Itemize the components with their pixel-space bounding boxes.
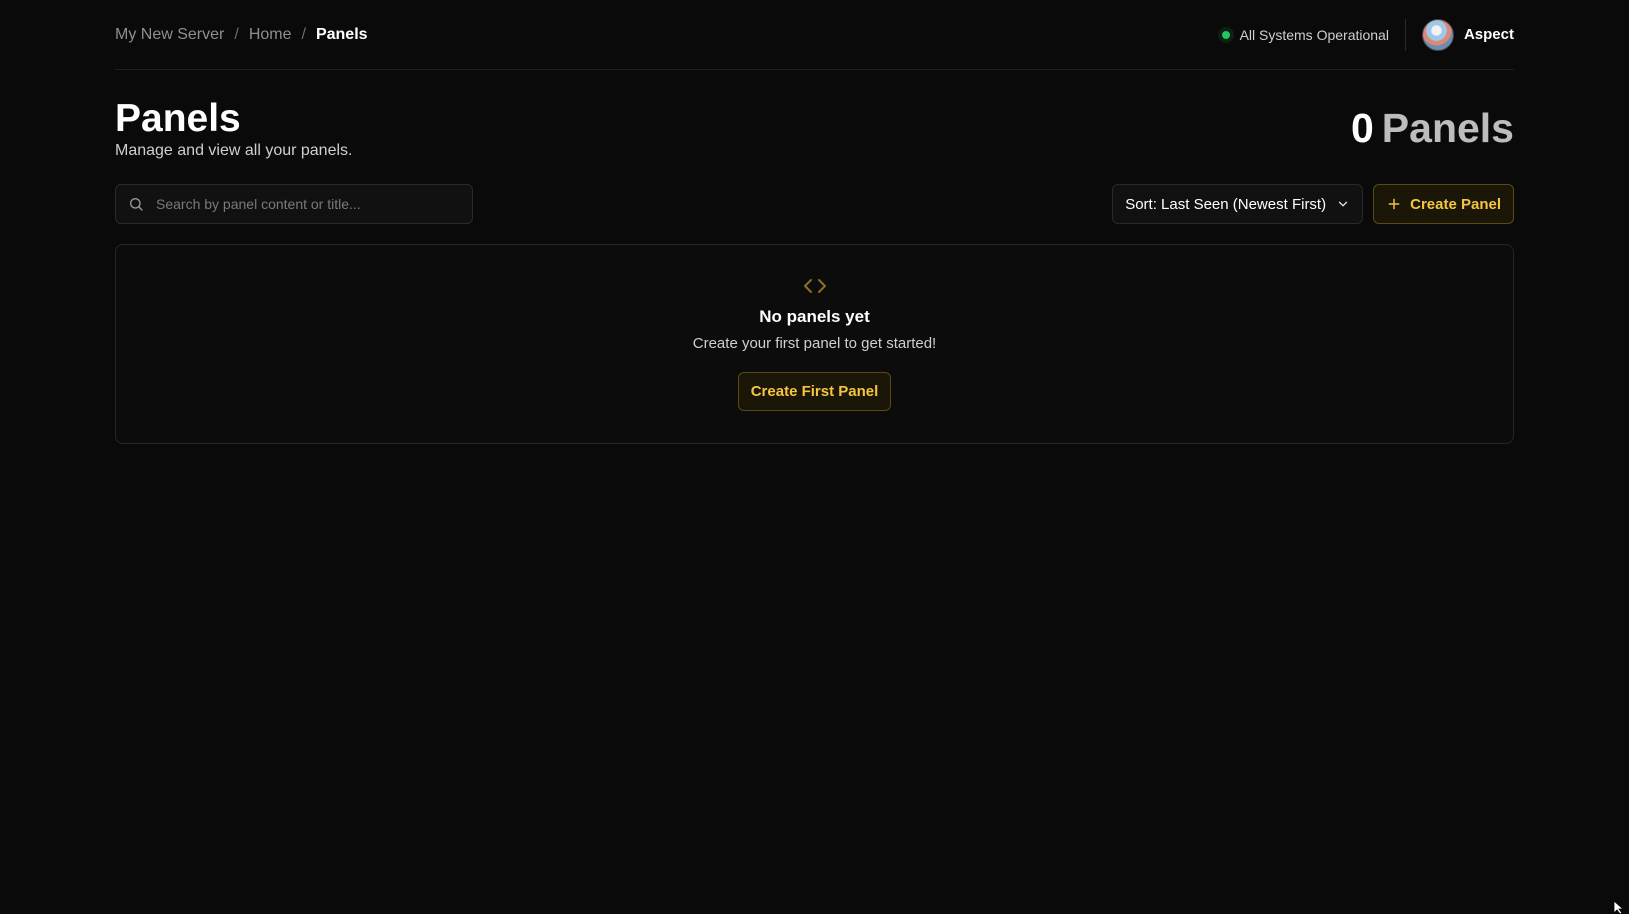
empty-state-card: No panels yet Create your first panel to… [115,244,1514,444]
main-container: My New Server / Home / Panels All System… [115,0,1514,444]
user-menu[interactable]: Aspect [1421,18,1514,51]
top-bar: My New Server / Home / Panels All System… [115,0,1514,70]
title-section: Panels Manage and view all your panels. … [115,70,1514,180]
panel-count: 0 Panels [1351,104,1514,153]
create-panel-label: Create Panel [1410,195,1501,213]
panel-count-number: 0 [1350,105,1374,151]
status-dot-icon [1221,30,1230,39]
status-text: All Systems Operational [1239,26,1389,43]
sort-dropdown[interactable]: Sort: Last Seen (Newest First) [1112,184,1364,224]
create-panel-button[interactable]: Create Panel [1373,184,1514,224]
search-input[interactable] [154,195,460,213]
plus-icon [1388,198,1400,210]
breadcrumb-home[interactable]: Home [249,26,292,44]
user-name: Aspect [1463,26,1514,43]
system-status: All Systems Operational [1221,26,1405,43]
empty-state-text: Create your first panel to get started! [692,335,937,352]
page-title: Panels [115,97,241,140]
breadcrumb-current: Panels [315,25,368,43]
sort-label: Sort: Last Seen (Newest First) [1125,195,1327,213]
breadcrumb: My New Server / Home / Panels [115,26,368,44]
toolbar: Sort: Last Seen (Newest First) Create Pa… [115,180,1514,244]
breadcrumb-separator: / [234,25,239,43]
panel-count-label: Panels [1381,105,1514,151]
header-divider [1404,18,1406,51]
create-first-panel-button[interactable]: Create First Panel [737,372,892,411]
top-right: All Systems Operational Aspect [1221,18,1514,51]
breadcrumb-server[interactable]: My New Server [115,26,224,44]
search-icon [130,198,143,211]
mouse-cursor-icon [1613,900,1625,914]
code-icon [803,279,826,293]
page-subtitle: Manage and view all your panels. [115,142,353,159]
panels-page: My New Server / Home / Panels All System… [0,0,1629,914]
breadcrumb-separator: / [301,25,306,43]
avatar [1421,18,1454,51]
search-box[interactable] [115,184,473,224]
toolbar-actions: Sort: Last Seen (Newest First) Create Pa… [1112,184,1514,224]
chevron-down-icon [1338,201,1348,207]
empty-state-title: No panels yet [759,307,870,326]
